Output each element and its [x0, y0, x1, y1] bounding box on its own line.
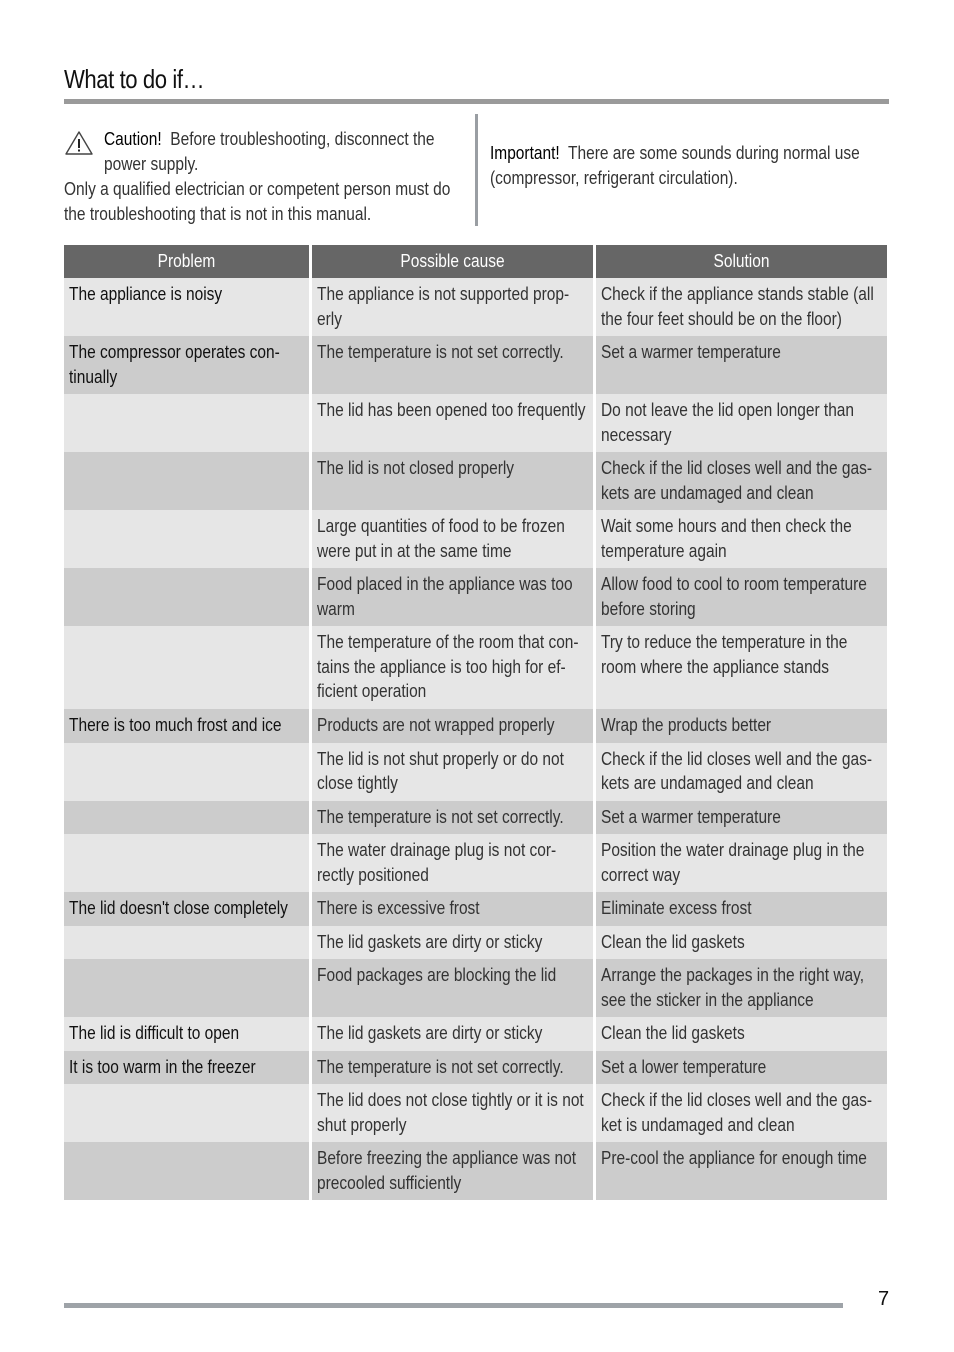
table-row: The temperature is not set correctly. Set… — [64, 800, 887, 834]
notice-divider — [475, 114, 478, 226]
cell-cause: There is excessive frost — [309, 892, 593, 926]
cell-cause: The temperature is not set correctly. — [309, 336, 593, 394]
cell-problem: The lid is difficult to open — [64, 1017, 309, 1051]
cell-solution: Set a lower temperature — [593, 1050, 887, 1084]
table-row: Food packages are blocking the lid Arrang… — [64, 959, 887, 1017]
table-header-row: Problem Possible cause Solution — [64, 245, 887, 278]
caution-text-4: the troubleshooting that is not in this … — [64, 204, 372, 224]
cell-cause: Products are not wrapped properly — [309, 709, 593, 743]
page-number: 7 — [878, 1288, 890, 1310]
table-row: Before freezing the appliance was not pr… — [64, 1142, 887, 1200]
caution-text-2: power supply. — [104, 154, 199, 174]
cell-cause: The temperature is not set correctly. — [309, 1050, 593, 1084]
table-row: There is too much frost and ice Products … — [64, 709, 887, 743]
cell-problem — [64, 800, 309, 834]
cell-problem — [64, 510, 309, 568]
cell-problem: The appliance is noisy — [64, 278, 309, 336]
cell-problem — [64, 394, 309, 452]
cell-solution: Arrange the packages in the right way, s… — [593, 959, 887, 1017]
table-row: The water drainage plug is not cor-rectl… — [64, 834, 887, 892]
table-row: Large quantities of food to be frozen we… — [64, 510, 887, 568]
cell-solution: Check if the lid closes well and the gas… — [593, 742, 887, 801]
cell-solution: Try to reduce the temperature in the roo… — [593, 626, 887, 709]
cell-cause: The water drainage plug is not cor-rectl… — [309, 834, 593, 892]
cell-cause: Food packages are blocking the lid — [309, 959, 593, 1017]
cell-cause: Before freezing the appliance was not pr… — [309, 1142, 593, 1200]
troubleshooting-table: Problem Possible cause Solution The appl… — [64, 245, 887, 1200]
cell-problem — [64, 925, 309, 959]
header-problem: Problem — [64, 245, 309, 278]
cell-cause: The lid gaskets are dirty or sticky — [309, 925, 593, 959]
cell-cause: The lid gaskets are dirty or sticky — [309, 1017, 593, 1051]
table-row: Food placed in the appliance was too war… — [64, 568, 887, 626]
caution-notice: Caution! Before troubleshooting, disconn… — [64, 127, 474, 227]
important-label: Important! — [490, 143, 560, 163]
cell-solution: Wrap the products better — [593, 709, 887, 743]
title-divider — [64, 99, 889, 104]
table-row: The lid is not closed properly Check if t… — [64, 452, 887, 510]
cell-solution: Pre-cool the appliance for enough time — [593, 1142, 887, 1200]
table-row: The lid gaskets are dirty or sticky Clean… — [64, 925, 887, 959]
cell-solution: Do not leave the lid open longer than ne… — [593, 394, 887, 452]
cell-cause: The lid is not shut properly or do not c… — [309, 742, 593, 801]
header-solution: Solution — [593, 245, 887, 278]
table-row: The lid doesn't close completely There is… — [64, 892, 887, 926]
cell-cause: Large quantities of food to be frozen we… — [309, 510, 593, 568]
important-text-2: (compressor, refrigerant circulation). — [490, 168, 738, 188]
table-row: The lid is not shut properly or do not c… — [64, 742, 887, 801]
caution-text-3: Only a qualified electrician or competen… — [64, 179, 451, 199]
cell-problem — [64, 742, 309, 801]
caution-label: Caution! — [104, 129, 162, 149]
cell-problem: It is too warm in the freezer — [64, 1050, 309, 1084]
cell-problem — [64, 959, 309, 1017]
cell-solution: Wait some hours and then check the tempe… — [593, 510, 887, 568]
cell-problem: The compressor operates con-tinually — [64, 336, 309, 394]
cell-solution: Set a warmer temperature — [593, 800, 887, 834]
caution-text-1: Before troubleshooting, disconnect the — [170, 129, 435, 149]
cell-cause: The temperature is not set correctly. — [309, 800, 593, 834]
cell-solution: Check if the lid closes well and the gas… — [593, 452, 887, 510]
table-row: The lid does not close tightly or it is … — [64, 1084, 887, 1142]
cell-solution: Check if the appliance stands stable (al… — [593, 278, 887, 336]
cell-problem: There is too much frost and ice — [64, 709, 309, 743]
cell-solution: Set a warmer temperature — [593, 336, 887, 394]
table-row: The temperature of the room that con-tai… — [64, 626, 887, 709]
table-row: It is too warm in the freezer The tempera… — [64, 1050, 887, 1084]
table-row: The lid has been opened too frequently Do… — [64, 394, 887, 452]
cell-problem — [64, 1142, 309, 1200]
header-possible-cause: Possible cause — [309, 245, 593, 278]
cell-solution: Clean the lid gaskets — [593, 1017, 887, 1051]
table-row: The appliance is noisy The appliance is n… — [64, 278, 887, 336]
cell-cause: The lid is not closed properly — [309, 452, 593, 510]
cell-problem — [64, 834, 309, 892]
table-row: The lid is difficult to open The lid gask… — [64, 1017, 887, 1051]
cell-problem — [64, 568, 309, 626]
important-text-1: There are some sounds during normal use — [568, 143, 860, 163]
cell-cause: Food placed in the appliance was too war… — [309, 568, 593, 626]
cell-cause: The temperature of the room that con-tai… — [309, 626, 593, 709]
cell-solution: Check if the lid closes well and the gas… — [593, 1084, 887, 1142]
footer-divider — [64, 1303, 843, 1308]
cell-problem — [64, 626, 309, 709]
cell-problem — [64, 1084, 309, 1142]
cell-cause: The appliance is not supported prop-erly — [309, 278, 593, 336]
cell-solution: Clean the lid gaskets — [593, 925, 887, 959]
cell-solution: Allow food to cool to room temperature b… — [593, 568, 887, 626]
cell-solution: Eliminate excess frost — [593, 892, 887, 926]
cell-problem: The lid doesn't close completely — [64, 892, 309, 926]
page-title: What to do if… — [64, 64, 205, 94]
cell-cause: The lid does not close tightly or it is … — [309, 1084, 593, 1142]
cell-problem — [64, 452, 309, 510]
cell-cause: The lid has been opened too frequently — [309, 394, 593, 452]
warning-triangle-icon — [64, 127, 104, 155]
cell-solution: Position the water drainage plug in the … — [593, 834, 887, 892]
important-notice: Important! There are some sounds during … — [490, 141, 890, 191]
table-row: The compressor operates con-tinually The … — [64, 336, 887, 394]
